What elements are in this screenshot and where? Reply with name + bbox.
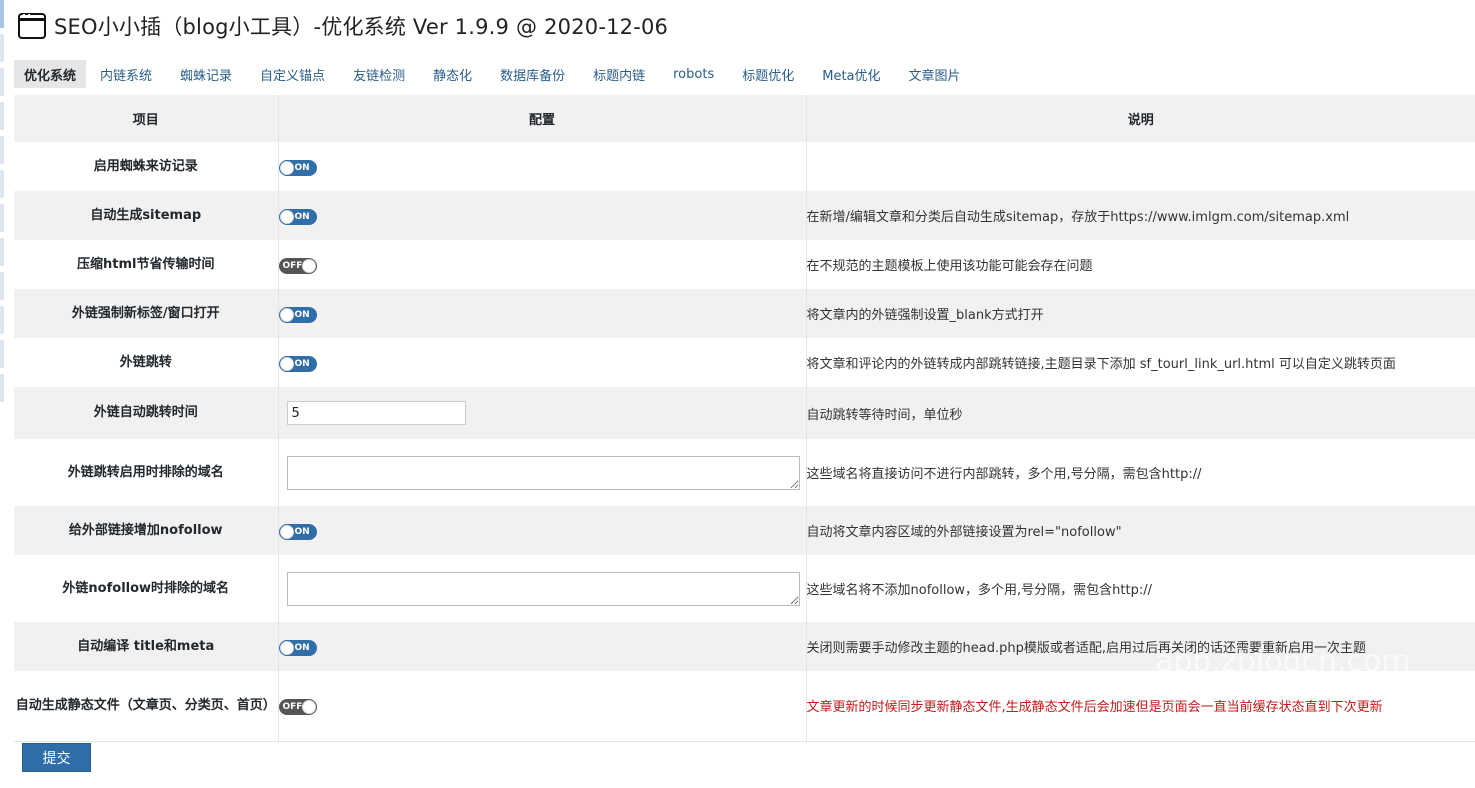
window-icon (18, 13, 46, 39)
nofollow-excluded-domains-textarea[interactable] (286, 571, 800, 606)
tab-friend-link-check[interactable]: 友链检测 (339, 60, 419, 88)
tab-title-internal-links[interactable]: 标题内链 (579, 60, 659, 88)
setting-label: 自动生成静态文件（文章页、分类页、首页） (14, 671, 279, 742)
external-link-redirect-toggle[interactable]: ON (278, 355, 317, 372)
tab-optimization-system[interactable]: 优化系统 (14, 60, 87, 88)
table-header-row: 项目 配置 说明 (14, 95, 1475, 142)
external-link-new-tab-toggle[interactable]: ON (278, 306, 317, 323)
toggle-knob (279, 640, 294, 655)
toggle-knob (301, 258, 316, 273)
setting-description: 自动跳转等待时间，单位秒 (806, 387, 1475, 439)
tab-custom-anchors[interactable]: 自定义锚点 (246, 60, 339, 88)
setting-description (806, 142, 1475, 191)
setting-description: 这些域名将不添加nofollow，多个用,号分隔，需包含http:// (806, 555, 1475, 622)
tab-spider-records[interactable]: 蜘蛛记录 (166, 60, 246, 88)
toggle-state: OFF (282, 701, 303, 712)
table-row: 启用蜘蛛来访记录 ON (14, 142, 1475, 191)
table-row: 自动生成sitemap ON 在新增/编辑文章和分类后自动生成sitemap，存… (14, 191, 1475, 240)
tab-static[interactable]: 静态化 (419, 60, 486, 88)
toggle-state: OFF (282, 260, 303, 271)
table-row: 外链自动跳转时间 自动跳转等待时间，单位秒 (14, 387, 1475, 439)
toggle-knob (279, 160, 294, 175)
toggle-state: ON (294, 309, 310, 320)
table-row: 给外部链接增加nofollow ON 自动将文章内容区域的外部链接设置为rel=… (14, 506, 1475, 555)
redirect-wait-time-input[interactable] (286, 401, 466, 425)
toggle-knob (279, 209, 294, 224)
table-row: 自动生成静态文件（文章页、分类页、首页） OFF 文章更新的时候同步更新静态文件… (14, 671, 1475, 742)
toggle-state: ON (294, 526, 310, 537)
table-row: 自动编译 title和meta ON 关闭则需要手动修改主题的head.php模… (14, 622, 1475, 671)
setting-description: 这些域名将直接访问不进行内部跳转，多个用,号分隔，需包含http:// (806, 439, 1475, 506)
redirect-excluded-domains-textarea[interactable] (286, 455, 800, 490)
spider-record-toggle[interactable]: ON (278, 159, 317, 176)
table-row: 外链跳转 ON 将文章和评论内的外链转成内部跳转链接,主题目录下添加 sf_to… (14, 338, 1475, 387)
tab-robots[interactable]: robots (659, 60, 728, 88)
setting-label: 给外部链接增加nofollow (14, 506, 279, 555)
setting-label: 外链跳转 (14, 338, 279, 387)
setting-description: 关闭则需要手动修改主题的head.php模版或者适配,启用过后再关闭的话还需要重… (806, 622, 1475, 671)
setting-label: 外链跳转启用时排除的域名 (14, 439, 279, 506)
column-header-description: 说明 (806, 95, 1475, 142)
setting-label: 外链强制新标签/窗口打开 (14, 289, 279, 338)
setting-description: 将文章和评论内的外链转成内部跳转链接,主题目录下添加 sf_tourl_link… (806, 338, 1475, 387)
toggle-state: ON (294, 162, 310, 173)
auto-static-files-toggle[interactable]: OFF (278, 698, 317, 715)
tab-title-optimization[interactable]: 标题优化 (728, 60, 808, 88)
toggle-knob (279, 524, 294, 539)
tab-internal-link-system[interactable]: 内链系统 (86, 60, 166, 88)
toggle-state: ON (294, 642, 310, 653)
table-row: 压缩html节省传输时间 OFF 在不规范的主题模板上使用该功能可能会存在问题 (14, 240, 1475, 289)
setting-label: 自动编译 title和meta (14, 622, 279, 671)
column-header-item: 项目 (14, 95, 279, 142)
toggle-state: ON (294, 211, 310, 222)
toggle-state: ON (294, 358, 310, 369)
setting-label: 启用蜘蛛来访记录 (14, 142, 279, 191)
setting-label: 压缩html节省传输时间 (14, 240, 279, 289)
table-row: 外链强制新标签/窗口打开 ON 将文章内的外链强制设置_blank方式打开 (14, 289, 1475, 338)
settings-table: 项目 配置 说明 启用蜘蛛来访记录 ON 自动生成sitemap ON 在新增/… (14, 95, 1475, 742)
table-row: 外链nofollow时排除的域名 这些域名将不添加nofollow，多个用,号分… (14, 555, 1475, 622)
setting-description: 自动将文章内容区域的外部链接设置为rel="nofollow" (806, 506, 1475, 555)
auto-sitemap-toggle[interactable]: ON (278, 208, 317, 225)
page-title: SEO小小插（blog小工具）-优化系统 Ver 1.9.9 @ 2020-12… (54, 15, 669, 39)
toggle-knob (279, 307, 294, 322)
toggle-knob (301, 699, 316, 714)
page-header: SEO小小插（blog小工具）-优化系统 Ver 1.9.9 @ 2020-12… (18, 10, 668, 42)
tab-bar: 优化系统 内链系统 蜘蛛记录 自定义锚点 友链检测 静态化 数据库备份 标题内链… (14, 60, 975, 88)
setting-label: 外链自动跳转时间 (14, 387, 279, 439)
setting-description: 在不规范的主题模板上使用该功能可能会存在问题 (806, 240, 1475, 289)
compress-html-toggle[interactable]: OFF (278, 257, 317, 274)
setting-description: 在新增/编辑文章和分类后自动生成sitemap，存放于https://www.i… (806, 191, 1475, 240)
tab-meta-optimization[interactable]: Meta优化 (808, 60, 894, 88)
left-edge-strip (0, 0, 5, 440)
tab-article-images[interactable]: 文章图片 (895, 60, 975, 88)
setting-description-warning: 文章更新的时候同步更新静态文件,生成静态文件后会加速但是页面会一直当前缓存状态直… (806, 671, 1475, 742)
setting-label: 外链nofollow时排除的域名 (14, 555, 279, 622)
table-row: 外链跳转启用时排除的域名 这些域名将直接访问不进行内部跳转，多个用,号分隔，需包… (14, 439, 1475, 506)
nofollow-toggle[interactable]: ON (278, 523, 317, 540)
setting-label: 自动生成sitemap (14, 191, 279, 240)
column-header-config: 配置 (278, 95, 807, 142)
submit-button[interactable]: 提交 (22, 743, 91, 772)
toggle-knob (279, 356, 294, 371)
auto-compile-title-meta-toggle[interactable]: ON (278, 639, 317, 656)
setting-description: 将文章内的外链强制设置_blank方式打开 (806, 289, 1475, 338)
tab-database-backup[interactable]: 数据库备份 (486, 60, 579, 88)
